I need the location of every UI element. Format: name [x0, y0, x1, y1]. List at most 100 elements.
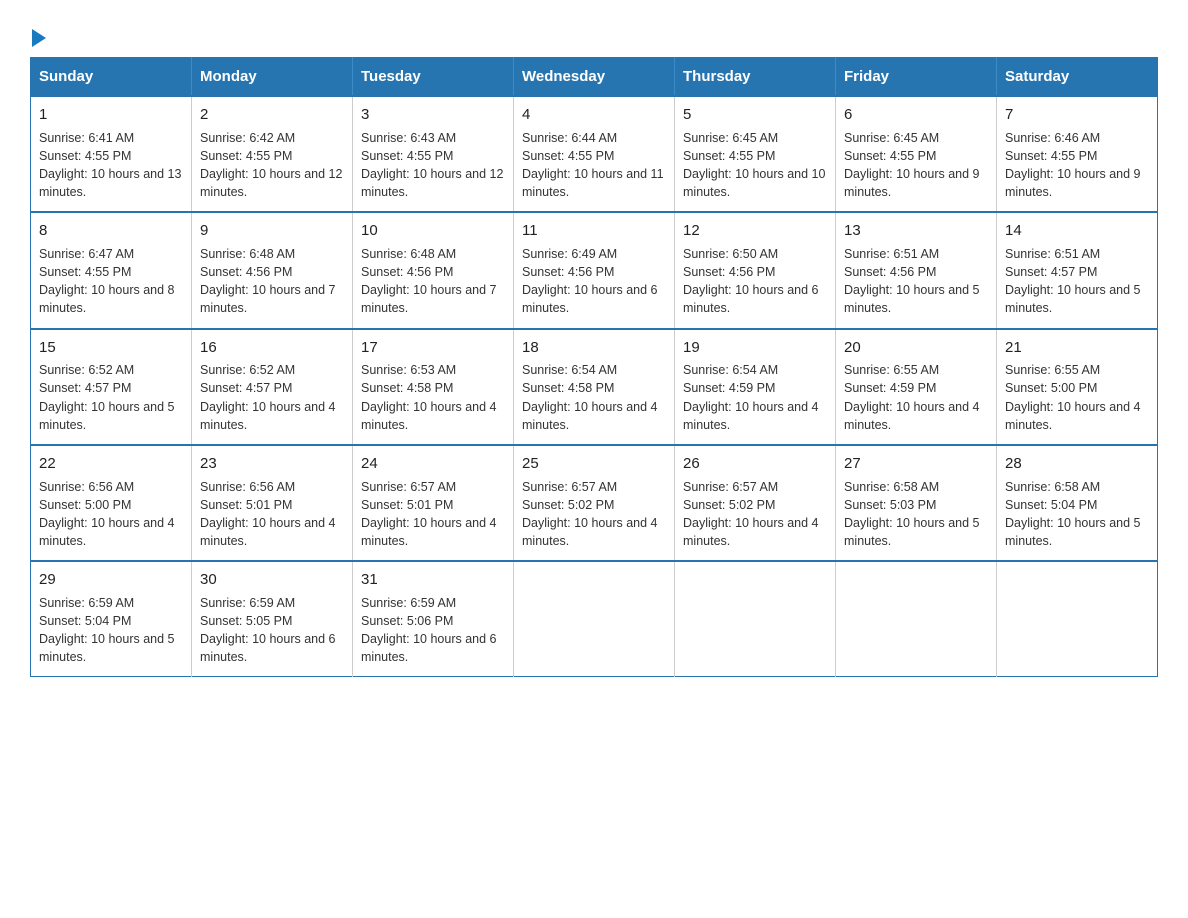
calendar-cell: 22Sunrise: 6:56 AMSunset: 5:00 PMDayligh… — [31, 445, 192, 561]
sunrise-label: Sunrise: 6:41 AM — [39, 131, 134, 145]
calendar-cell: 29Sunrise: 6:59 AMSunset: 5:04 PMDayligh… — [31, 561, 192, 677]
sunrise-label: Sunrise: 6:51 AM — [844, 247, 939, 261]
day-number: 22 — [39, 453, 183, 475]
day-number: 18 — [522, 337, 666, 359]
sunrise-label: Sunrise: 6:56 AM — [200, 480, 295, 494]
day-number: 21 — [1005, 337, 1149, 359]
daylight-label: Daylight: 10 hours and 6 minutes. — [522, 283, 658, 315]
day-number: 11 — [522, 220, 666, 242]
sunrise-label: Sunrise: 6:42 AM — [200, 131, 295, 145]
daylight-label: Daylight: 10 hours and 4 minutes. — [39, 516, 175, 548]
calendar-cell: 20Sunrise: 6:55 AMSunset: 4:59 PMDayligh… — [836, 329, 997, 445]
day-number: 4 — [522, 104, 666, 126]
day-number: 9 — [200, 220, 344, 242]
daylight-label: Daylight: 10 hours and 5 minutes. — [1005, 516, 1141, 548]
calendar-cell: 8Sunrise: 6:47 AMSunset: 4:55 PMDaylight… — [31, 212, 192, 328]
daylight-label: Daylight: 10 hours and 4 minutes. — [200, 516, 336, 548]
sunrise-label: Sunrise: 6:54 AM — [683, 363, 778, 377]
calendar-cell: 7Sunrise: 6:46 AMSunset: 4:55 PMDaylight… — [997, 96, 1158, 212]
sunset-label: Sunset: 5:01 PM — [361, 498, 453, 512]
sunrise-label: Sunrise: 6:58 AM — [844, 480, 939, 494]
sunrise-label: Sunrise: 6:57 AM — [361, 480, 456, 494]
daylight-label: Daylight: 10 hours and 6 minutes. — [683, 283, 819, 315]
daylight-label: Daylight: 10 hours and 5 minutes. — [39, 632, 175, 664]
day-number: 1 — [39, 104, 183, 126]
page-header — [30, 20, 1158, 47]
day-header-thursday: Thursday — [675, 58, 836, 97]
sunset-label: Sunset: 4:56 PM — [683, 265, 775, 279]
calendar-cell: 30Sunrise: 6:59 AMSunset: 5:05 PMDayligh… — [192, 561, 353, 677]
sunset-label: Sunset: 4:57 PM — [39, 381, 131, 395]
calendar-cell — [997, 561, 1158, 677]
day-number: 26 — [683, 453, 827, 475]
daylight-label: Daylight: 10 hours and 8 minutes. — [39, 283, 175, 315]
day-number: 31 — [361, 569, 505, 591]
sunrise-label: Sunrise: 6:53 AM — [361, 363, 456, 377]
daylight-label: Daylight: 10 hours and 13 minutes. — [39, 167, 181, 199]
sunrise-label: Sunrise: 6:51 AM — [1005, 247, 1100, 261]
calendar-cell — [675, 561, 836, 677]
sunset-label: Sunset: 4:57 PM — [200, 381, 292, 395]
sunset-label: Sunset: 4:58 PM — [361, 381, 453, 395]
day-number: 3 — [361, 104, 505, 126]
daylight-label: Daylight: 10 hours and 4 minutes. — [1005, 400, 1141, 432]
calendar-cell: 13Sunrise: 6:51 AMSunset: 4:56 PMDayligh… — [836, 212, 997, 328]
calendar-week-row: 8Sunrise: 6:47 AMSunset: 4:55 PMDaylight… — [31, 212, 1158, 328]
calendar-cell: 12Sunrise: 6:50 AMSunset: 4:56 PMDayligh… — [675, 212, 836, 328]
daylight-label: Daylight: 10 hours and 5 minutes. — [844, 516, 980, 548]
day-header-monday: Monday — [192, 58, 353, 97]
day-header-friday: Friday — [836, 58, 997, 97]
calendar-cell — [836, 561, 997, 677]
daylight-label: Daylight: 10 hours and 11 minutes. — [522, 167, 664, 199]
sunset-label: Sunset: 4:56 PM — [844, 265, 936, 279]
calendar-cell: 14Sunrise: 6:51 AMSunset: 4:57 PMDayligh… — [997, 212, 1158, 328]
sunrise-label: Sunrise: 6:43 AM — [361, 131, 456, 145]
day-number: 28 — [1005, 453, 1149, 475]
sunset-label: Sunset: 5:04 PM — [1005, 498, 1097, 512]
sunrise-label: Sunrise: 6:49 AM — [522, 247, 617, 261]
daylight-label: Daylight: 10 hours and 4 minutes. — [683, 516, 819, 548]
sunset-label: Sunset: 5:03 PM — [844, 498, 936, 512]
day-number: 27 — [844, 453, 988, 475]
day-number: 7 — [1005, 104, 1149, 126]
day-number: 24 — [361, 453, 505, 475]
calendar-cell: 15Sunrise: 6:52 AMSunset: 4:57 PMDayligh… — [31, 329, 192, 445]
sunset-label: Sunset: 4:55 PM — [39, 149, 131, 163]
day-header-sunday: Sunday — [31, 58, 192, 97]
daylight-label: Daylight: 10 hours and 12 minutes. — [200, 167, 342, 199]
calendar-cell: 18Sunrise: 6:54 AMSunset: 4:58 PMDayligh… — [514, 329, 675, 445]
sunset-label: Sunset: 4:55 PM — [522, 149, 614, 163]
sunset-label: Sunset: 5:02 PM — [683, 498, 775, 512]
sunrise-label: Sunrise: 6:59 AM — [361, 596, 456, 610]
day-number: 12 — [683, 220, 827, 242]
calendar-week-row: 15Sunrise: 6:52 AMSunset: 4:57 PMDayligh… — [31, 329, 1158, 445]
calendar-cell: 16Sunrise: 6:52 AMSunset: 4:57 PMDayligh… — [192, 329, 353, 445]
sunrise-label: Sunrise: 6:45 AM — [844, 131, 939, 145]
sunrise-label: Sunrise: 6:48 AM — [361, 247, 456, 261]
sunset-label: Sunset: 4:59 PM — [683, 381, 775, 395]
calendar-cell: 26Sunrise: 6:57 AMSunset: 5:02 PMDayligh… — [675, 445, 836, 561]
day-number: 20 — [844, 337, 988, 359]
day-number: 10 — [361, 220, 505, 242]
sunrise-label: Sunrise: 6:55 AM — [1005, 363, 1100, 377]
calendar-week-row: 1 Sunrise: 6:41 AM Sunset: 4:55 PM Daylight… — [31, 96, 1158, 212]
sunrise-label: Sunrise: 6:47 AM — [39, 247, 134, 261]
daylight-label: Daylight: 10 hours and 5 minutes. — [39, 400, 175, 432]
sunset-label: Sunset: 5:04 PM — [39, 614, 131, 628]
daylight-label: Daylight: 10 hours and 4 minutes. — [522, 400, 658, 432]
daylight-label: Daylight: 10 hours and 9 minutes. — [1005, 167, 1141, 199]
calendar-cell: 28 Sunrise: 6:58 AM Sunset: 5:04 PM Dayligh… — [997, 445, 1158, 561]
calendar-week-row: 29Sunrise: 6:59 AMSunset: 5:04 PMDayligh… — [31, 561, 1158, 677]
sunrise-label: Sunrise: 6:59 AM — [200, 596, 295, 610]
daylight-label: Daylight: 10 hours and 5 minutes. — [844, 283, 980, 315]
sunrise-label: Sunrise: 6:57 AM — [522, 480, 617, 494]
calendar-week-row: 22Sunrise: 6:56 AMSunset: 5:00 PMDayligh… — [31, 445, 1158, 561]
calendar-cell — [514, 561, 675, 677]
calendar-cell: 4 Sunrise: 6:44 AM Sunset: 4:55 PM Daylight… — [514, 96, 675, 212]
sunset-label: Sunset: 5:05 PM — [200, 614, 292, 628]
calendar-cell: 21Sunrise: 6:55 AMSunset: 5:00 PMDayligh… — [997, 329, 1158, 445]
day-number: 2 — [200, 104, 344, 126]
sunrise-label: Sunrise: 6:44 AM — [522, 131, 617, 145]
sunset-label: Sunset: 4:56 PM — [200, 265, 292, 279]
sunrise-label: Sunrise: 6:58 AM — [1005, 480, 1100, 494]
